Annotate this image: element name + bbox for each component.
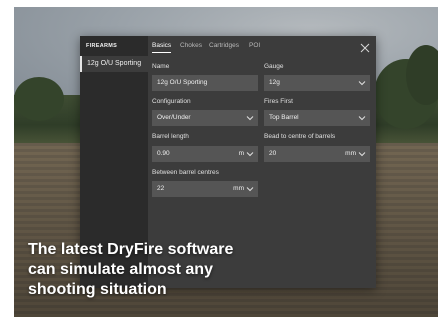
close-button[interactable] [360,40,370,53]
name-field[interactable]: 12g O/U Sporting [152,75,258,91]
sidebar-item-label: 12g O/U Sporting [87,60,142,67]
tab-poi[interactable]: POI [249,42,260,49]
name-value: 12g O/U Sporting [157,79,208,86]
chevron-down-icon [358,81,366,86]
bead-to-centre-value: 20 [269,150,277,157]
between-centres-label: Between barrel centres [152,169,219,176]
chevron-down-icon [246,116,254,121]
caption-line: can simulate almost any [28,261,213,278]
fires-first-label: Fires First [264,98,293,105]
bead-to-centre-label: Bead to centre of barrels [264,133,336,140]
gauge-label: Gauge [264,63,284,70]
tab-cartridges[interactable]: Cartridges [209,42,239,49]
tab-basics[interactable]: Basics [152,42,172,53]
chevron-down-icon [358,152,366,157]
gauge-value: 12g [269,79,280,86]
fires-first-select[interactable]: Top Barrel [264,110,370,126]
fires-first-value: Top Barrel [269,114,299,121]
between-centres-unit: mm [233,185,244,192]
caption-line: shooting situation [28,281,167,298]
name-label: Name [152,63,170,70]
configuration-value: Over/Under [157,114,191,121]
bead-to-centre-field[interactable]: 20 mm [264,146,370,162]
close-icon [360,43,370,53]
caption-line: The latest DryFire software [28,241,234,258]
sidebar-item-firearm[interactable]: 12g O/U Sporting [80,56,148,72]
barrel-length-label: Barrel length [152,133,189,140]
barrel-length-value: 0.90 [157,150,170,157]
chevron-down-icon [246,152,254,157]
selection-indicator [80,56,82,72]
sidebar-header: FIREARMS [86,43,118,49]
configuration-select[interactable]: Over/Under [152,110,258,126]
between-centres-value: 22 [157,185,165,192]
gauge-select[interactable]: 12g [264,75,370,91]
configuration-label: Configuration [152,98,191,105]
chevron-down-icon [358,116,366,121]
barrel-length-unit: m [238,150,244,157]
bead-to-centre-unit: mm [345,150,356,157]
chevron-down-icon [246,187,254,192]
tree [14,77,64,121]
tab-chokes[interactable]: Chokes [180,42,202,49]
barrel-length-field[interactable]: 0.90 m [152,146,258,162]
between-centres-field[interactable]: 22 mm [152,181,258,197]
tree [406,45,438,105]
image-caption: The latest DryFire software can simulate… [28,240,328,300]
